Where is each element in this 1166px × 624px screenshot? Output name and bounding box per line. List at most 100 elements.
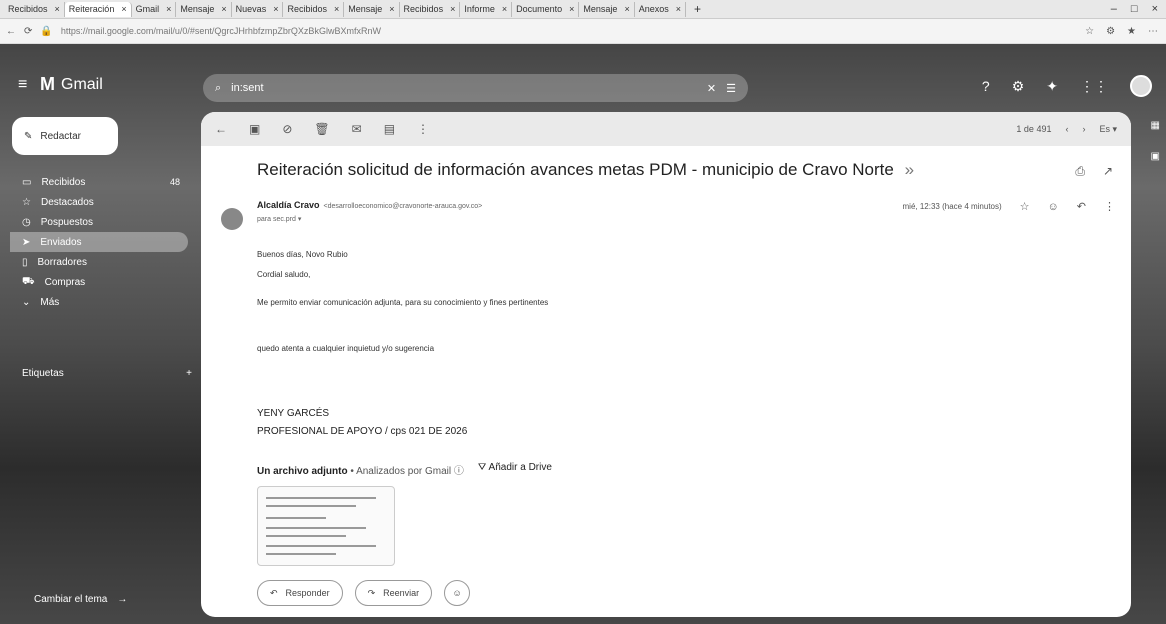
smiley-icon: ☺ (452, 588, 462, 598)
close-tab-icon[interactable]: × (221, 4, 226, 14)
extensions-icon[interactable]: ⚙ (1106, 26, 1115, 37)
keep-icon[interactable]: ▣ (1151, 151, 1160, 162)
star-icon: ☆ (22, 196, 31, 208)
browser-tab[interactable]: Nuevas × (232, 1, 284, 17)
url-field[interactable]: https://mail.google.com/mail/u/0/#sent/Q… (61, 26, 1077, 36)
browser-tab[interactable]: Reiteración × (64, 1, 132, 17)
change-theme-link[interactable]: Cambiar el tema → (34, 594, 127, 605)
close-tab-icon[interactable]: × (389, 4, 394, 14)
sidebar-item-recibidos[interactable]: ▭ Recibidos 48 (10, 172, 188, 192)
help-icon[interactable]: ? (982, 78, 990, 94)
subject-tag[interactable]: » (905, 160, 914, 179)
browser-tab[interactable]: Anexos × (635, 1, 687, 17)
new-tab-button[interactable]: + (686, 2, 709, 16)
close-tab-icon[interactable]: × (273, 4, 278, 14)
close-tab-icon[interactable]: × (676, 4, 681, 14)
close-tab-icon[interactable]: × (166, 4, 171, 14)
calendar-icon[interactable]: ▦ (1151, 120, 1160, 131)
close-tab-icon[interactable]: × (502, 4, 507, 14)
browser-tab-label: Gmail (135, 4, 160, 14)
sidebar-item-ms[interactable]: ⌄ Más (10, 292, 188, 312)
emoji-icon[interactable]: ☺ (1048, 201, 1059, 213)
search-input[interactable]: in:sent (231, 82, 697, 94)
language-icon[interactable]: Es ▾ (1099, 124, 1117, 135)
browser-tab[interactable]: Recibidos × (4, 1, 65, 17)
prev-icon[interactable]: ‹ (1065, 124, 1068, 135)
reply-button[interactable]: ↶ Responder (257, 580, 343, 606)
close-tab-icon[interactable]: × (624, 4, 629, 14)
close-window-button[interactable]: × (1152, 3, 1158, 15)
apps-grid-icon[interactable]: ⋮⋮ (1080, 78, 1108, 95)
add-label-icon[interactable]: + (186, 368, 192, 379)
more-options-icon[interactable]: ⋮ (1104, 200, 1115, 213)
more-icon[interactable]: ⋯ (1148, 26, 1158, 37)
clear-search-icon[interactable]: ✕ (707, 82, 716, 95)
close-tab-icon[interactable]: × (55, 4, 60, 14)
more-actions-icon[interactable]: ⋮ (417, 122, 429, 136)
attachment-header: Un archivo adjunto • Analizados por Gmai… (257, 462, 552, 477)
minimize-button[interactable]: – (1111, 3, 1117, 15)
sidebar-item-destacados[interactable]: ☆ Destacados (10, 192, 188, 212)
browser-tab[interactable]: Informe × (460, 1, 513, 17)
maximize-button[interactable]: □ (1131, 3, 1138, 15)
sidebar-item-pospuestos[interactable]: ◷ Pospuestos (10, 212, 188, 232)
emoji-react-button[interactable]: ☺ (444, 580, 471, 606)
forward-button[interactable]: ↷ Reenviar (354, 580, 433, 606)
favorites-icon[interactable]: ★ (1127, 26, 1136, 37)
reply-icon[interactable]: ↶ (1077, 200, 1086, 213)
arrow-right-icon: → (117, 594, 128, 605)
browser-tab-label: Recibidos (403, 4, 444, 14)
sidebar-item-borradores[interactable]: ▯ Borradores (10, 252, 188, 272)
browser-tab[interactable]: Recibidos × (283, 1, 345, 17)
recipient-line[interactable]: para sec.prd ▾ (257, 215, 301, 223)
search-options-icon[interactable]: ☰ (726, 82, 736, 95)
compose-button[interactable]: ✎ Redactar (12, 117, 118, 155)
pagination: 1 de 491 ‹ › Es ▾ (1016, 124, 1131, 135)
close-tab-icon[interactable]: × (334, 4, 339, 14)
next-icon[interactable]: › (1082, 124, 1085, 135)
reload-icon[interactable]: ⟳ (24, 26, 32, 37)
sidebar-item-compras[interactable]: ⛟ Compras (10, 272, 188, 292)
search-bar[interactable]: ⌕ in:sent ✕ ☰ (203, 74, 748, 102)
avatar[interactable] (1130, 75, 1152, 97)
browser-tab[interactable]: Mensaje × (579, 1, 635, 17)
archive-icon[interactable]: ▣ (249, 122, 260, 136)
gmail-wordmark: Gmail (61, 75, 103, 93)
bookmark-icon[interactable]: ☆ (1085, 26, 1094, 37)
browser-tab[interactable]: Gmail × (132, 1, 177, 17)
attachment-thumbnail[interactable] (257, 486, 395, 566)
report-spam-icon[interactable]: ⊘ (282, 122, 292, 136)
sender-name[interactable]: Alcaldía Cravo (257, 200, 320, 210)
attachment-heading: Un archivo adjunto • Analizados por Gmai… (257, 466, 464, 477)
add-to-drive-button[interactable]: ⛛ Añadir a Drive (478, 462, 552, 477)
delete-icon[interactable]: 🗑 (314, 122, 329, 136)
settings-icon[interactable]: ⚙ (1012, 78, 1025, 95)
gmail-logo[interactable]: M Gmail (40, 74, 103, 95)
close-tab-icon[interactable]: × (569, 4, 574, 14)
sidebar-item-label: Pospuestos (40, 216, 93, 228)
star-icon[interactable]: ☆ (1020, 200, 1030, 213)
forward-label: Reenviar (383, 588, 420, 598)
browser-tab[interactable]: Recibidos × (400, 1, 461, 17)
close-tab-icon[interactable]: × (450, 4, 455, 14)
search-icon[interactable]: ⌕ (215, 82, 221, 95)
browser-tab[interactable]: Documento × (512, 1, 580, 17)
print-icon[interactable]: ⎙ (1075, 164, 1085, 179)
close-tab-icon[interactable]: × (121, 4, 126, 14)
back-to-list-icon[interactable]: ← (215, 122, 227, 136)
browser-tab-label: Mensaje (348, 4, 383, 14)
browser-tab-label: Mensaje (583, 4, 618, 14)
labels-section: Etiquetas + (22, 368, 192, 379)
browser-tab-label: Documento (516, 4, 563, 14)
browser-tab[interactable]: Mensaje × (344, 1, 400, 17)
back-icon[interactable]: ← (6, 26, 16, 37)
gemini-icon[interactable]: ✦ (1046, 78, 1058, 95)
move-to-icon[interactable]: ▤ (384, 122, 395, 136)
sidebar-item-enviados[interactable]: ➤ Enviados (10, 232, 188, 252)
open-new-window-icon[interactable]: ↗ (1103, 164, 1113, 179)
mark-unread-icon[interactable]: ✉ (352, 122, 362, 136)
body-line: Cordial saludo, (257, 270, 311, 279)
main-menu-icon[interactable]: ≡ (18, 76, 27, 94)
browser-tab[interactable]: Mensaje × (176, 1, 232, 17)
browser-tab-label: Recibidos (287, 4, 327, 14)
